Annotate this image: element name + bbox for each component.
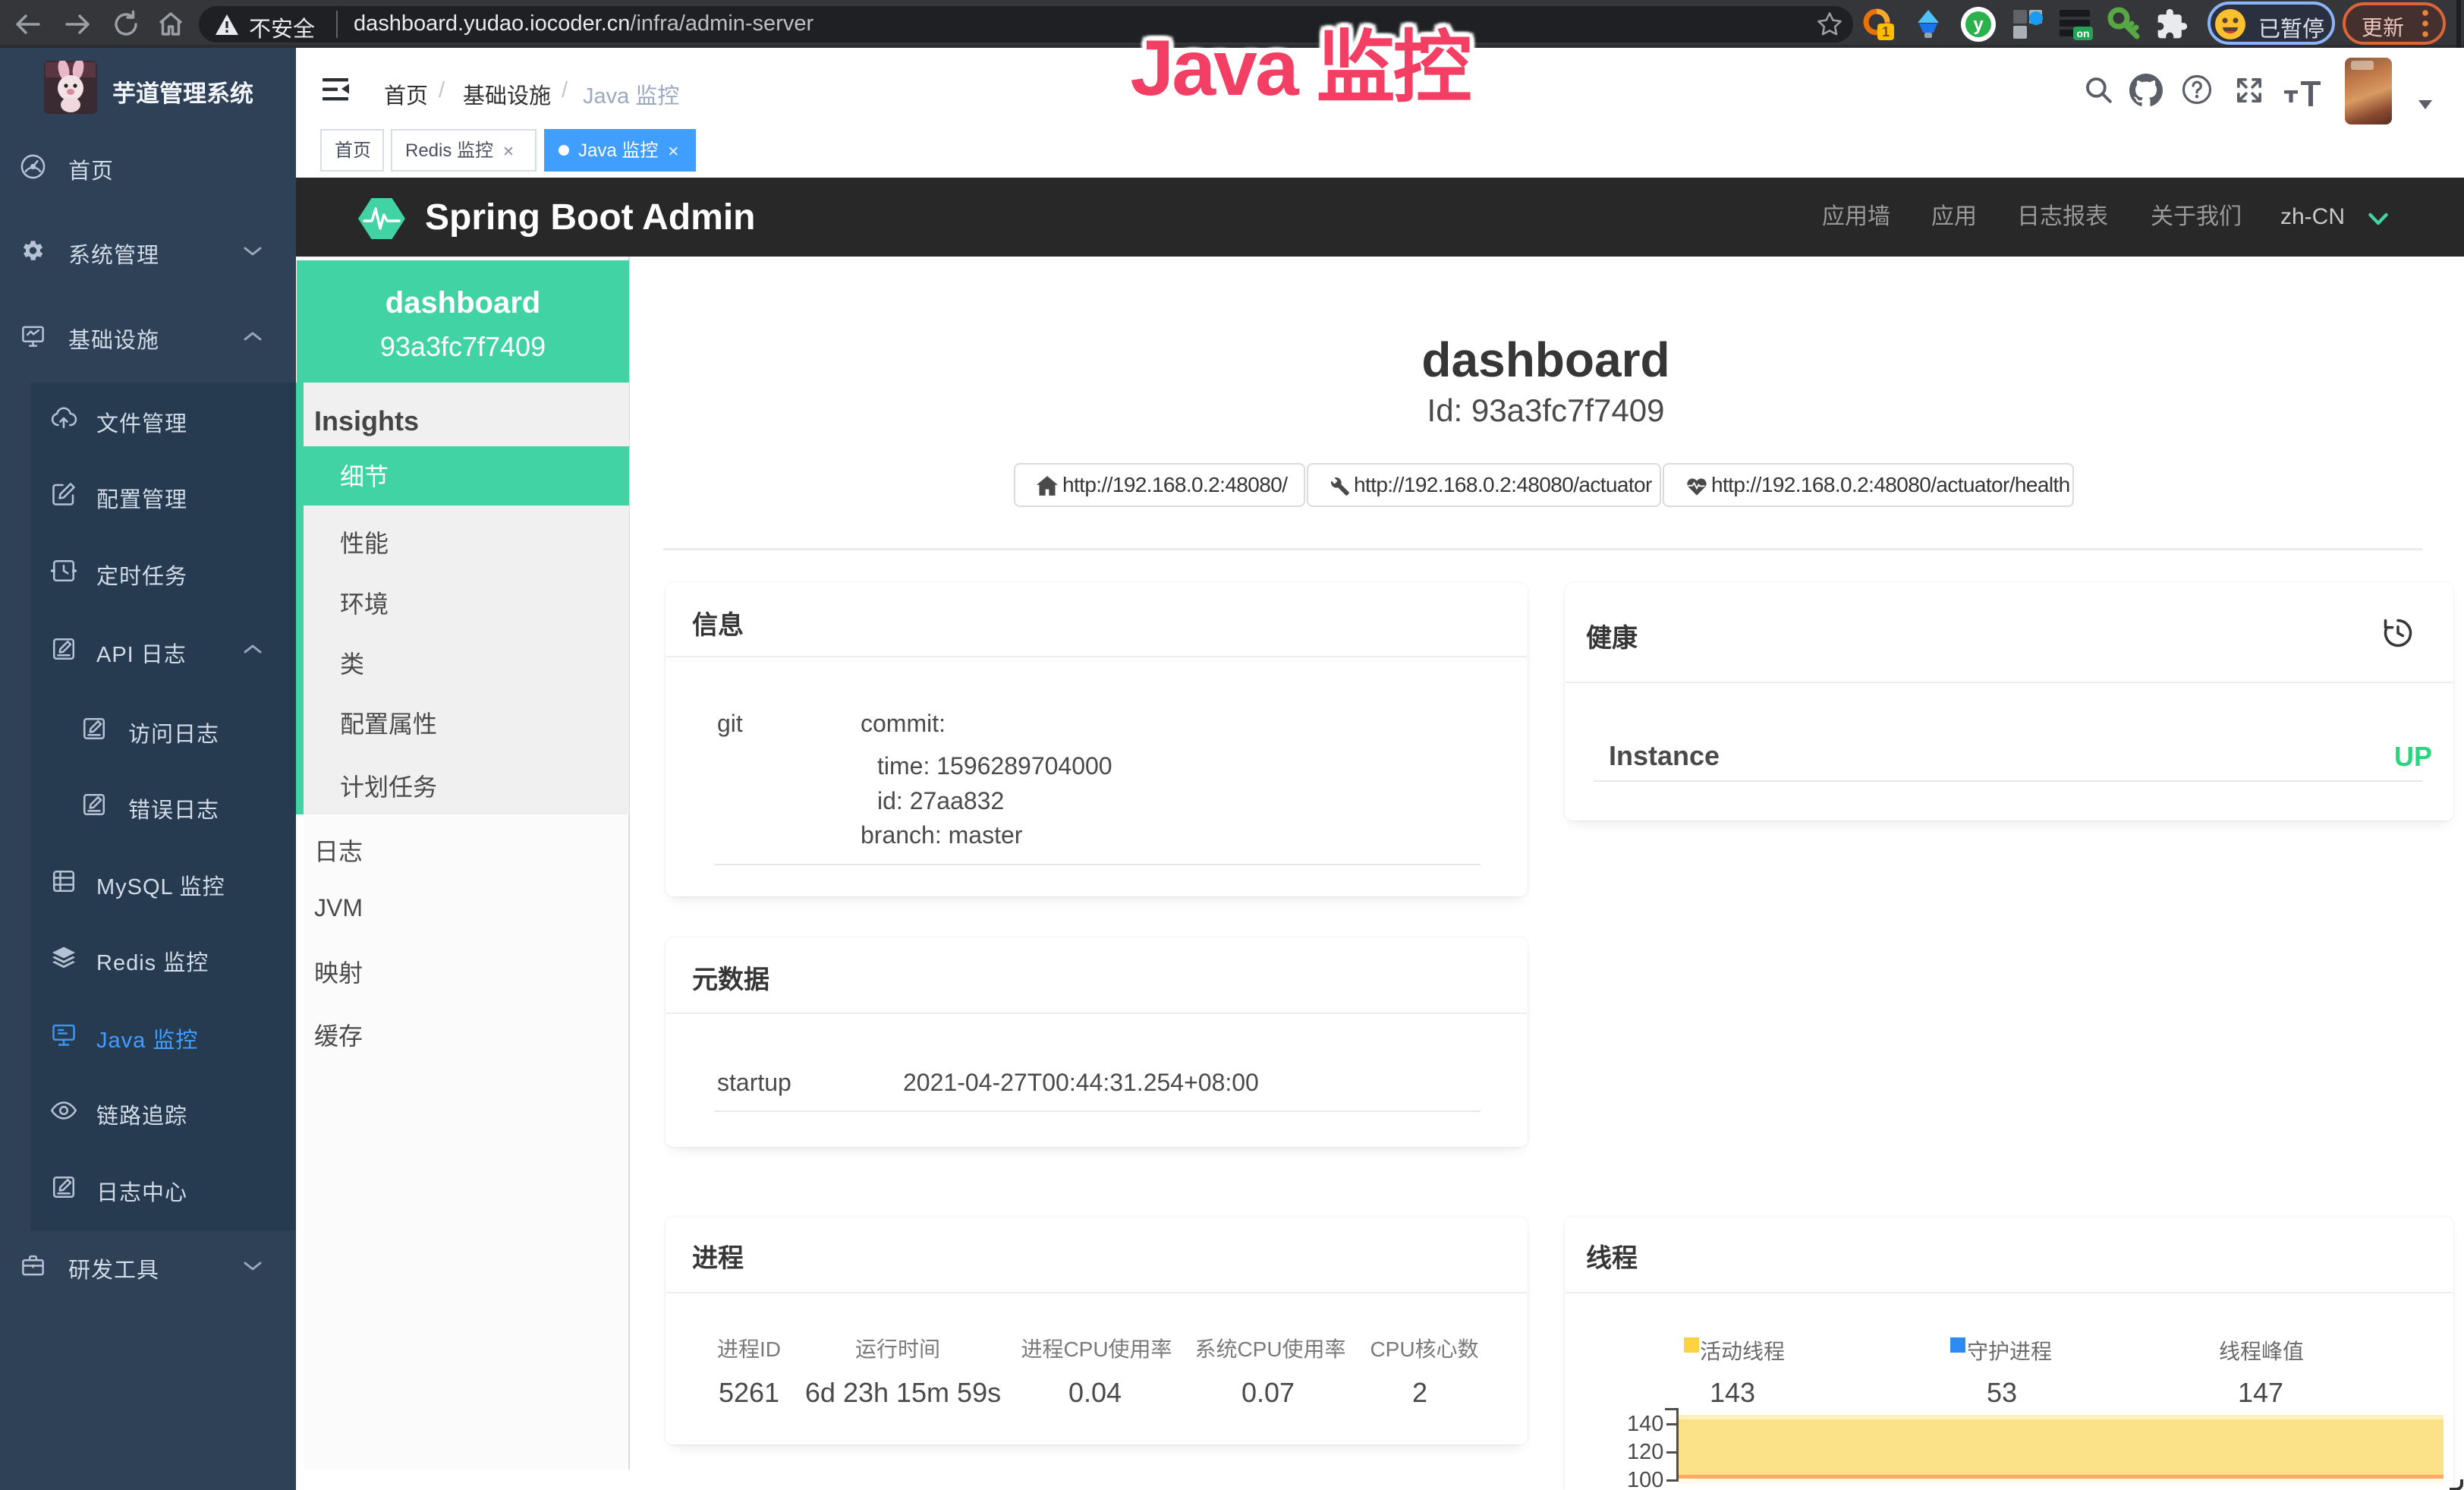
svg-text:1: 1: [1882, 24, 1890, 39]
svg-text:y: y: [1973, 14, 1984, 35]
svg-text:on: on: [2076, 27, 2089, 39]
